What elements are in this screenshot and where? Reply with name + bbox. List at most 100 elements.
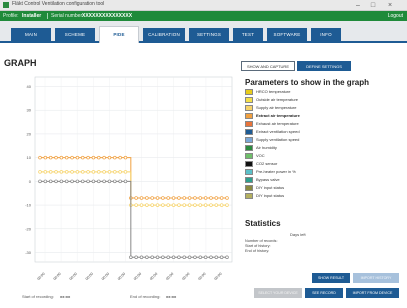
data-point: [193, 196, 197, 200]
x-tick-label: 00:00: [165, 272, 174, 281]
y-tick-label: 40: [27, 84, 32, 89]
main-content: GRAPH 40 30 20 10 0 -10 -20 -30 00:00 00:00 00:00 0…: [0, 45, 407, 308]
tab-software[interactable]: SOFTWARE: [267, 28, 307, 42]
data-point: [70, 179, 74, 184]
parameter-label: Air humidity: [256, 145, 277, 150]
tab-bar: MAIN SCHEME PIDE CALIBRATION SETTINGS TE…: [0, 21, 407, 43]
color-swatch: [245, 113, 253, 119]
data-point: [150, 203, 154, 207]
data-point: [155, 203, 160, 207]
y-tick-label: -20: [25, 226, 32, 231]
data-point: [43, 155, 48, 160]
data-point: [150, 255, 154, 260]
x-tick-label: 00:00: [197, 272, 206, 281]
data-point: [150, 196, 154, 200]
show-result-button[interactable]: SHOW RESULT: [312, 273, 350, 283]
tab-scheme[interactable]: SCHEME: [55, 28, 95, 42]
data-point: [166, 203, 170, 207]
data-point: [182, 255, 187, 260]
color-swatch: [245, 185, 253, 191]
parameter-label: Outside air temperature: [256, 97, 299, 102]
data-point: [97, 179, 101, 184]
parameter-label: Extract ventilation speed: [256, 129, 300, 134]
data-point: [75, 170, 80, 174]
data-point: [59, 155, 64, 160]
x-tick-label: 00:00: [53, 272, 62, 281]
end-recording-value: xx:xx: [166, 294, 177, 299]
data-point: [161, 196, 165, 200]
close-icon[interactable]: ×: [383, 0, 397, 11]
data-point: [38, 170, 42, 174]
tab-test[interactable]: TEST: [233, 28, 263, 42]
data-point: [171, 196, 176, 200]
stat-row: Number of records: unknown: [245, 239, 278, 243]
data-point: [134, 196, 138, 200]
tab-settings[interactable]: SETTINGS: [189, 28, 229, 42]
data-point: [219, 203, 224, 207]
data-point: [203, 255, 208, 260]
data-point: [38, 179, 42, 184]
data-point: [214, 203, 219, 207]
data-point: [113, 170, 117, 174]
select-device-button[interactable]: SELECT YOUR DEVICE: [254, 288, 302, 298]
data-point: [54, 179, 58, 184]
color-swatch: [245, 121, 253, 127]
app-window: Fläkt Control Ventilation configuration …: [0, 0, 407, 308]
import-history-button[interactable]: IMPORT HISTORY: [353, 273, 399, 283]
x-tick-label: 00:00: [117, 272, 126, 281]
data-point: [54, 155, 58, 160]
data-point: [171, 255, 176, 260]
data-point: [102, 170, 106, 174]
tab-main[interactable]: MAIN: [11, 28, 51, 42]
color-swatch: [245, 153, 253, 159]
data-point: [70, 170, 74, 174]
data-point: [80, 155, 85, 160]
tab-calibration[interactable]: CALIBRATION: [143, 28, 185, 42]
minimize-icon[interactable]: –: [351, 0, 365, 11]
data-point: [139, 203, 144, 207]
x-tick-label: 00:00: [37, 272, 46, 281]
header-bar: Profile: Installer Serial number: XXXXXX…: [0, 11, 407, 21]
see-record-button[interactable]: SEE RECORD: [305, 288, 343, 298]
maximize-icon[interactable]: □: [366, 0, 380, 11]
data-point: [209, 255, 213, 260]
import-from-device-button[interactable]: IMPORT FROM DEVICE: [346, 288, 399, 298]
data-point: [86, 179, 90, 184]
data-point: [64, 170, 69, 174]
logout-link[interactable]: Logout: [388, 13, 403, 19]
data-point: [91, 179, 96, 184]
start-recording-value: xx:xx: [60, 294, 71, 299]
data-point: [225, 196, 229, 200]
data-point: [48, 155, 53, 160]
data-point: [97, 170, 101, 174]
show-and-capture-button[interactable]: SHOW AND CAPTURE: [241, 61, 295, 71]
data-point: [145, 203, 149, 207]
tab-info[interactable]: INFO: [311, 28, 341, 42]
data-point: [171, 203, 176, 207]
data-point: [102, 179, 106, 184]
start-recording-label: Start of recording:: [22, 294, 54, 299]
data-point: [203, 196, 208, 200]
tab-pide[interactable]: PIDE: [99, 26, 139, 43]
data-point: [182, 203, 187, 207]
data-point: [187, 196, 192, 200]
color-swatch: [245, 129, 253, 135]
data-point: [166, 255, 170, 260]
data-point: [219, 196, 224, 200]
stat-row: End of history: unknown: [245, 249, 269, 253]
profile-value: Installer: [22, 13, 42, 19]
data-point: [161, 255, 165, 260]
data-point: [225, 203, 229, 207]
color-swatch: [245, 105, 253, 111]
data-point: [123, 170, 128, 174]
x-tick-label: 00:00: [214, 272, 223, 281]
x-tick-label: 00:00: [149, 272, 158, 281]
x-tick-label: 00:00: [85, 272, 94, 281]
data-point: [38, 155, 42, 160]
data-point: [177, 196, 181, 200]
data-point: [166, 196, 170, 200]
define-settings-button[interactable]: DEFINE SETTINGS: [297, 61, 351, 71]
data-point: [145, 196, 149, 200]
data-point: [155, 196, 160, 200]
data-point: [91, 155, 96, 160]
